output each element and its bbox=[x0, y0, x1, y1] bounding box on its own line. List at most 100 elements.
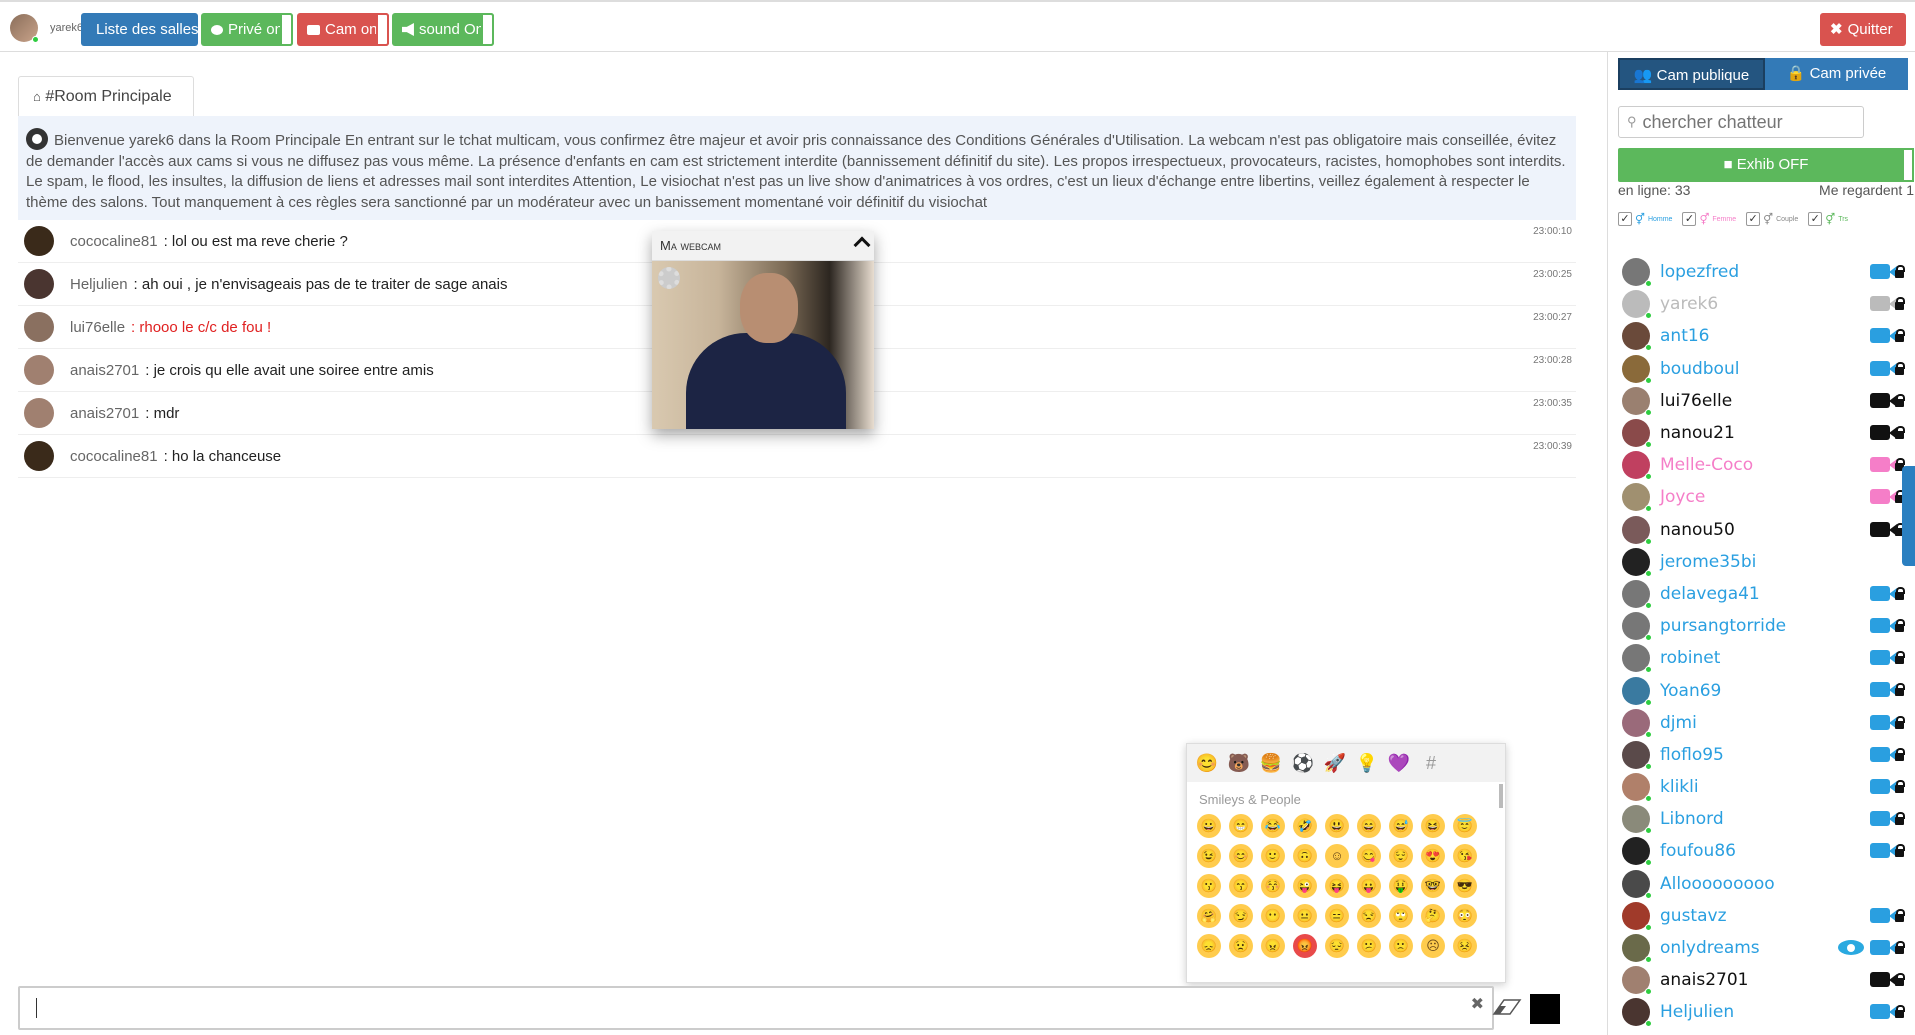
emoji-item[interactable]: 🙂 bbox=[1261, 844, 1285, 868]
video-camera-icon[interactable] bbox=[1870, 1004, 1897, 1020]
gear-icon[interactable] bbox=[658, 267, 680, 289]
message-author[interactable]: anais2701 bbox=[70, 362, 139, 379]
emoji-item[interactable]: 😔 bbox=[1325, 934, 1349, 958]
user-name[interactable]: delavega41 bbox=[1660, 584, 1760, 604]
video-camera-icon[interactable] bbox=[1870, 811, 1897, 827]
emoji-item[interactable]: 😊 bbox=[1229, 844, 1253, 868]
avatar[interactable] bbox=[1622, 644, 1652, 674]
avatar[interactable] bbox=[1622, 419, 1652, 449]
emoji-item[interactable]: 😞 bbox=[1197, 934, 1221, 958]
user-name[interactable]: Joyce bbox=[1660, 487, 1705, 507]
avatar[interactable] bbox=[1622, 676, 1652, 706]
emoji-item[interactable]: 😎 bbox=[1453, 874, 1477, 898]
rooms-list-button[interactable]: Liste des salles bbox=[81, 13, 199, 46]
checkbox[interactable]: ✓ bbox=[1682, 212, 1697, 226]
avatar[interactable] bbox=[24, 355, 54, 385]
message-author[interactable]: cococaline81 bbox=[70, 233, 158, 250]
user-name[interactable]: nanou50 bbox=[1660, 520, 1735, 540]
video-camera-icon[interactable] bbox=[1870, 746, 1897, 762]
video-camera-icon[interactable] bbox=[1870, 296, 1897, 312]
user-name[interactable]: foufou86 bbox=[1660, 841, 1736, 861]
avatar[interactable] bbox=[1622, 451, 1652, 481]
avatar[interactable] bbox=[1622, 579, 1652, 609]
video-camera-icon[interactable] bbox=[1870, 779, 1897, 794]
filter-couple[interactable]: ✓ ⚥ Couple bbox=[1746, 212, 1798, 226]
emoji-item[interactable]: 😜 bbox=[1293, 874, 1317, 898]
emoji-item[interactable]: 😄 bbox=[1357, 814, 1381, 838]
user-row[interactable]: nanou21 bbox=[1618, 417, 1908, 449]
emoji-item[interactable]: 😙 bbox=[1229, 874, 1253, 898]
user-row[interactable]: onlydreams bbox=[1618, 932, 1908, 964]
emoji-item[interactable]: 🙃 bbox=[1293, 844, 1317, 868]
avatar[interactable] bbox=[1622, 837, 1652, 867]
message-author[interactable]: Heljulien bbox=[70, 276, 128, 293]
emoji-category-icon[interactable]: 💜 bbox=[1387, 751, 1411, 775]
video-camera-icon[interactable] bbox=[1870, 457, 1897, 473]
webcam-header[interactable]: Ma webcam bbox=[652, 231, 874, 261]
emoji-item[interactable]: 🙄 bbox=[1389, 904, 1413, 928]
user-row[interactable]: Allooooooooo bbox=[1618, 868, 1908, 900]
emoji-category-icon[interactable]: 😊 bbox=[1195, 751, 1219, 775]
emoji-item[interactable]: 😑 bbox=[1325, 904, 1349, 928]
quit-button[interactable]: ✖ Quitter bbox=[1820, 13, 1906, 46]
emoji-item[interactable]: 😚 bbox=[1261, 874, 1285, 898]
user-row[interactable]: yarek6 bbox=[1618, 288, 1908, 320]
avatar[interactable] bbox=[24, 398, 54, 428]
private-toggle-button[interactable]: Privé on bbox=[201, 13, 293, 46]
user-row[interactable]: klikli bbox=[1618, 771, 1908, 803]
avatar[interactable] bbox=[24, 441, 54, 471]
avatar[interactable] bbox=[1622, 934, 1652, 964]
video-camera-icon[interactable] bbox=[1870, 585, 1897, 601]
exhib-toggle-button[interactable]: ■ Exhib OFF bbox=[1618, 148, 1914, 182]
user-row[interactable]: lui76elle bbox=[1618, 385, 1908, 417]
room-tab[interactable]: ⌂ #Room Principale bbox=[18, 76, 194, 116]
checkbox[interactable]: ✓ bbox=[1746, 212, 1761, 226]
chevron-up-icon[interactable] bbox=[853, 236, 871, 254]
emoji-item[interactable]: 😟 bbox=[1229, 934, 1253, 958]
emoji-item[interactable]: 😐 bbox=[1293, 904, 1317, 928]
user-row[interactable]: Yoan69 bbox=[1618, 674, 1908, 706]
user-name[interactable]: boudboul bbox=[1660, 359, 1739, 379]
user-name[interactable]: lopezfred bbox=[1660, 262, 1739, 282]
user-name[interactable]: ant16 bbox=[1660, 326, 1710, 346]
emoji-category-icon[interactable]: 🍔 bbox=[1259, 751, 1283, 775]
user-name[interactable]: nanou21 bbox=[1660, 423, 1735, 443]
user-row[interactable]: delavega41 bbox=[1618, 578, 1908, 610]
avatar[interactable] bbox=[1622, 612, 1652, 642]
emoji-scrollbar[interactable] bbox=[1499, 784, 1503, 808]
emoji-item[interactable]: 😇 bbox=[1453, 814, 1477, 838]
tab-private-cam[interactable]: 🔒 Cam privée bbox=[1765, 58, 1908, 90]
user-row[interactable]: foufou86 bbox=[1618, 835, 1908, 867]
user-row[interactable]: pursangtorride bbox=[1618, 610, 1908, 642]
eraser-icon[interactable] bbox=[1492, 996, 1522, 1016]
avatar[interactable] bbox=[1622, 773, 1652, 803]
user-name[interactable]: onlydreams bbox=[1660, 938, 1760, 958]
emoji-item[interactable]: 😀 bbox=[1197, 814, 1221, 838]
avatar[interactable] bbox=[1622, 966, 1652, 996]
emoji-category-icon[interactable]: 🐻 bbox=[1227, 751, 1251, 775]
emoji-item[interactable]: 🤣 bbox=[1293, 814, 1317, 838]
video-camera-icon[interactable] bbox=[1870, 843, 1897, 859]
user-row[interactable]: ant16 bbox=[1618, 320, 1908, 352]
user-name[interactable]: Heljulien bbox=[1660, 1002, 1734, 1022]
user-row[interactable]: anais2701 bbox=[1618, 964, 1908, 996]
video-camera-icon[interactable] bbox=[1870, 360, 1897, 376]
emoji-item[interactable]: 🤔 bbox=[1421, 904, 1445, 928]
video-camera-icon[interactable] bbox=[1870, 392, 1897, 408]
emoji-category-icon[interactable]: # bbox=[1419, 751, 1443, 775]
emoji-item[interactable]: 🤓 bbox=[1421, 874, 1445, 898]
video-camera-icon[interactable] bbox=[1870, 424, 1897, 440]
emoji-item[interactable]: 😗 bbox=[1197, 874, 1221, 898]
video-camera-icon[interactable] bbox=[1870, 714, 1897, 730]
emoji-item[interactable]: 😌 bbox=[1389, 844, 1413, 868]
user-name[interactable]: Melle-Coco bbox=[1660, 455, 1753, 475]
avatar[interactable] bbox=[24, 312, 54, 342]
sound-switch[interactable] bbox=[481, 13, 494, 46]
cam-switch[interactable] bbox=[376, 13, 389, 46]
user-name[interactable]: yarek6 bbox=[1660, 294, 1718, 314]
user-name[interactable]: Libnord bbox=[1660, 809, 1724, 829]
user-search-input[interactable] bbox=[1642, 111, 1853, 133]
avatar[interactable] bbox=[1622, 483, 1652, 513]
user-row[interactable]: Libnord bbox=[1618, 803, 1908, 835]
user-row[interactable]: jerome35bi bbox=[1618, 546, 1908, 578]
